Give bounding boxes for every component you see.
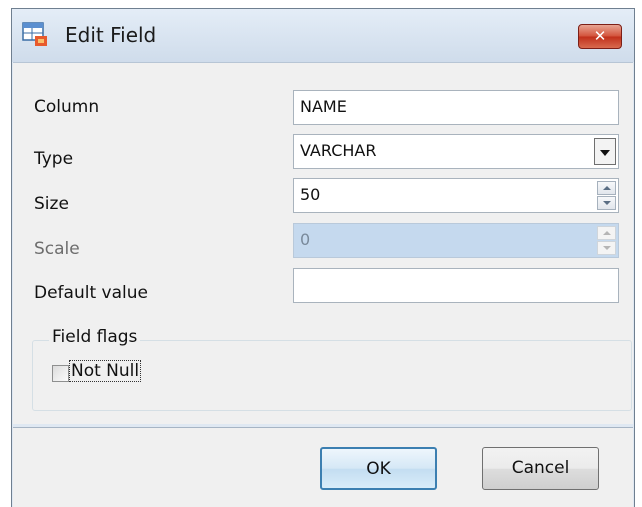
dialog-footer: OK Cancel xyxy=(13,427,633,507)
size-label: Size xyxy=(34,194,69,214)
scale-spinbox: 0 xyxy=(293,223,619,258)
size-value: 50 xyxy=(300,185,321,204)
scale-spinner xyxy=(597,226,616,255)
table-edit-icon xyxy=(22,22,47,46)
spin-down-icon xyxy=(597,241,616,255)
scale-label: Scale xyxy=(34,239,80,259)
scale-value: 0 xyxy=(300,230,311,249)
type-label: Type xyxy=(34,149,74,169)
column-input[interactable]: NAME xyxy=(293,90,619,125)
dialog-content: Column NAME Type VARCHAR Size 50 Scale 0… xyxy=(13,62,633,424)
field-flags-title: Field flags xyxy=(49,327,141,347)
default-value-input[interactable] xyxy=(293,268,619,303)
column-label: Column xyxy=(34,97,100,117)
chevron-down-icon[interactable] xyxy=(594,138,616,165)
spin-up-icon xyxy=(597,226,616,240)
size-spinbox[interactable]: 50 xyxy=(293,178,619,213)
size-spinner xyxy=(597,181,616,210)
not-null-label[interactable]: Not Null xyxy=(68,360,142,382)
ok-button[interactable]: OK xyxy=(320,447,437,490)
default-value-label: Default value xyxy=(34,283,148,303)
column-value: NAME xyxy=(300,97,347,116)
dialog-title: Edit Field xyxy=(65,23,157,47)
spin-down-icon[interactable] xyxy=(597,196,616,210)
close-icon: ✕ xyxy=(593,27,607,45)
type-select[interactable]: VARCHAR xyxy=(293,134,619,169)
edit-field-dialog: Edit Field ✕ Column NAME Type VARCHAR Si… xyxy=(11,8,635,507)
close-button[interactable]: ✕ xyxy=(578,24,622,49)
type-value: VARCHAR xyxy=(300,141,377,160)
cancel-button[interactable]: Cancel xyxy=(482,447,599,490)
spin-up-icon[interactable] xyxy=(597,181,616,195)
not-null-checkbox[interactable] xyxy=(52,365,69,382)
title-bar[interactable]: Edit Field ✕ xyxy=(12,9,634,62)
